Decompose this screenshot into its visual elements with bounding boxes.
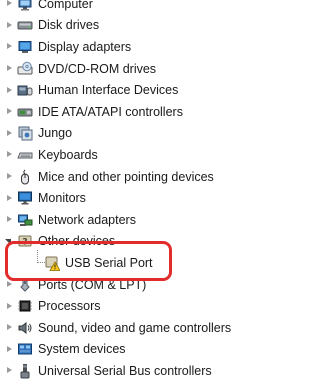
disk-drive-icon (17, 17, 33, 33)
expand-arrow-icon[interactable] (5, 323, 14, 332)
tree-item-ide-ata-atapi-controllers[interactable]: IDE ATA/ATAPI controllers (0, 101, 269, 123)
tree-item-label: Monitors (38, 191, 86, 206)
tree-item-mice-and-other-pointing-devices[interactable]: Mice and other pointing devices (0, 166, 269, 188)
tree-item-label: Display adapters (38, 39, 132, 54)
expand-arrow-icon[interactable] (5, 302, 14, 311)
tree-item-monitors[interactable]: Monitors (0, 187, 269, 209)
tree-item-label: IDE ATA/ATAPI controllers (38, 104, 183, 119)
display-adapter-icon (17, 39, 33, 55)
tree-item-disk-drives[interactable]: Disk drives (0, 15, 269, 37)
tree-item-keyboards[interactable]: Keyboards (0, 144, 269, 166)
tree-item-display-adapters[interactable]: Display adapters (0, 36, 269, 58)
tree-item-label: Processors (38, 299, 101, 314)
processor-icon (17, 298, 33, 314)
expand-arrow-icon[interactable] (5, 107, 14, 116)
tree-item-dvd-cdrom-drives[interactable]: DVD/CD-ROM drives (0, 58, 269, 80)
tree-item-label: Sound, video and game controllers (38, 320, 232, 335)
expand-arrow-icon[interactable] (5, 0, 14, 8)
tree-item-network-adapters[interactable]: Network adapters (0, 209, 269, 231)
tree-item-system-devices[interactable]: System devices (0, 339, 269, 361)
device-tree: Computer Disk drives Display adapters DV… (0, 0, 269, 382)
tree-item-universal-serial-bus-controllers[interactable]: Universal Serial Bus controllers (0, 360, 269, 382)
dvd-drive-icon (17, 61, 33, 77)
tree-item-label: Other devices (38, 234, 116, 249)
tree-item-label: Universal Serial Bus controllers (38, 363, 212, 378)
tree-guide-line (37, 250, 45, 264)
expand-arrow-icon[interactable] (5, 366, 14, 375)
expand-arrow-icon[interactable] (5, 64, 14, 73)
expand-arrow-icon[interactable] (5, 21, 14, 30)
expand-arrow-icon[interactable] (5, 194, 14, 203)
tree-item-label: USB Serial Port (65, 255, 153, 270)
expand-arrow-icon[interactable] (5, 150, 14, 159)
collapse-arrow-icon[interactable] (5, 237, 14, 246)
expand-arrow-icon[interactable] (5, 172, 14, 181)
tree-item-label: Jungo (38, 126, 73, 141)
tree-item-processors[interactable]: Processors (0, 295, 269, 317)
ide-controller-icon (17, 104, 33, 120)
computer-icon (17, 0, 33, 12)
expand-arrow-icon[interactable] (5, 42, 14, 51)
expand-arrow-icon[interactable] (5, 345, 14, 354)
tree-item-label: Computer (38, 0, 93, 11)
mouse-icon (17, 169, 33, 185)
tree-item-other-devices[interactable]: ? Other devices (0, 231, 269, 253)
tree-item-label: Disk drives (38, 18, 100, 33)
tree-item-label: Ports (COM & LPT) (38, 277, 147, 292)
keyboard-icon (17, 147, 33, 163)
ports-icon (17, 277, 33, 293)
system-devices-icon (17, 341, 33, 357)
other-devices-icon: ? (17, 233, 33, 249)
svg-text:?: ? (22, 238, 27, 248)
hid-icon (17, 82, 33, 98)
tree-item-human-interface-devices[interactable]: Human Interface Devices (0, 79, 269, 101)
tree-item-sound-video-and-game-controllers[interactable]: Sound, video and game controllers (0, 317, 269, 339)
tree-item-label: DVD/CD-ROM drives (38, 61, 157, 76)
expand-arrow-icon[interactable] (5, 280, 14, 289)
tree-item-ports-com-lpt[interactable]: Ports (COM & LPT) (0, 274, 269, 296)
sound-icon (17, 320, 33, 336)
usb-controller-icon (17, 363, 33, 379)
jungo-icon (17, 125, 33, 141)
monitor-icon (17, 190, 33, 206)
usb-serial-warning-icon (44, 255, 60, 271)
tree-item-label: Network adapters (38, 212, 136, 227)
expand-arrow-icon[interactable] (5, 215, 14, 224)
network-adapter-icon (17, 212, 33, 228)
tree-item-usb-serial-port[interactable]: USB Serial Port (0, 250, 269, 274)
tree-item-jungo[interactable]: Jungo (0, 123, 269, 145)
expand-arrow-icon[interactable] (5, 129, 14, 138)
tree-item-label: System devices (38, 342, 126, 357)
expand-arrow-icon[interactable] (5, 86, 14, 95)
tree-item-label: Mice and other pointing devices (38, 169, 214, 184)
tree-item-computer[interactable]: Computer (0, 0, 269, 15)
tree-item-label: Human Interface Devices (38, 83, 179, 98)
tree-item-label: Keyboards (38, 147, 98, 162)
